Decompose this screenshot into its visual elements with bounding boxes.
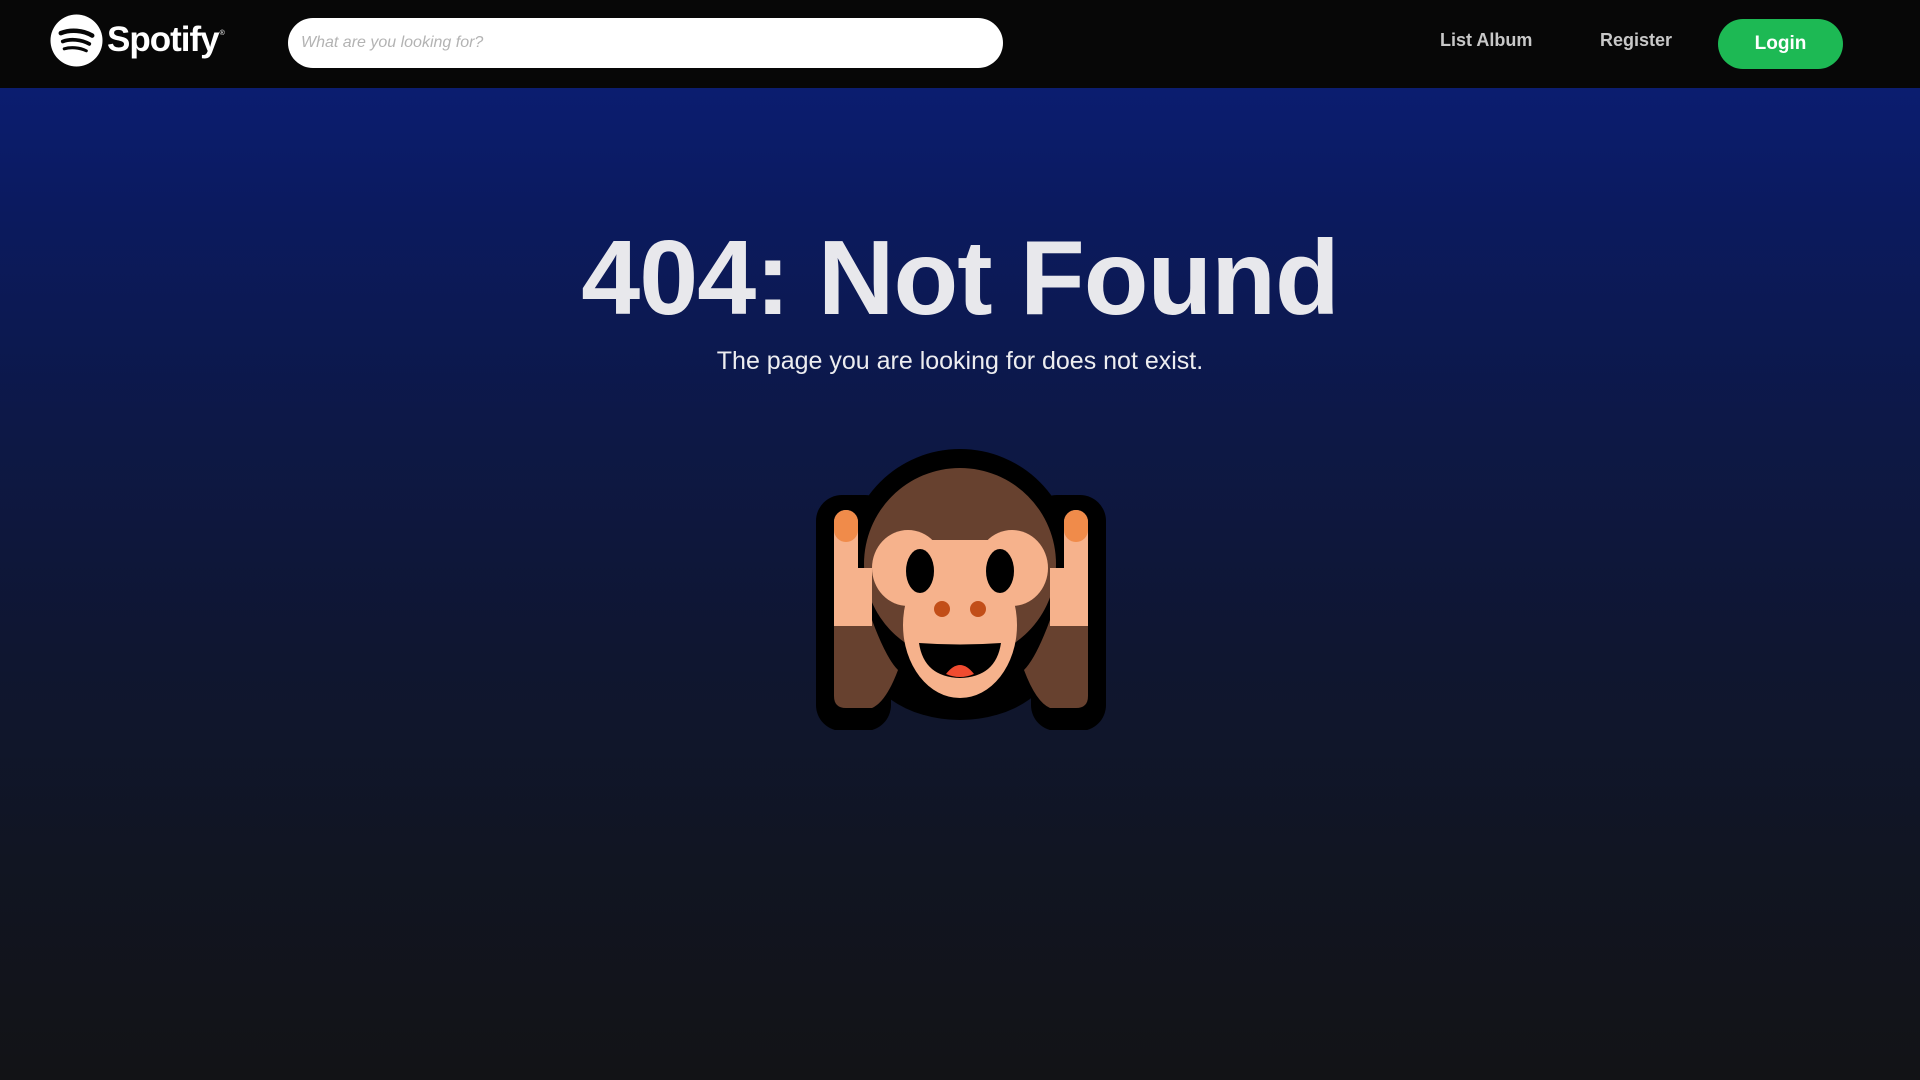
logo-wordmark: Spotify	[107, 20, 220, 59]
page-subtitle: The page you are looking for does not ex…	[716, 347, 1204, 375]
nav-list-album-link[interactable]: List Album	[1440, 30, 1532, 51]
spotify-icon	[50, 13, 103, 67]
page-title: 404: Not Found	[581, 219, 1339, 337]
nav-register-link[interactable]: Register	[1600, 30, 1672, 51]
registered-mark: ®	[219, 30, 225, 37]
spotify-logo[interactable]: Spotify ®	[50, 13, 225, 67]
search-input[interactable]	[288, 18, 1003, 68]
hear-no-evil-monkey-icon	[816, 449, 1106, 730]
login-button[interactable]: Login	[1718, 19, 1843, 69]
top-navigation-bar: Spotify ® List Album Register Login	[0, 0, 1920, 88]
